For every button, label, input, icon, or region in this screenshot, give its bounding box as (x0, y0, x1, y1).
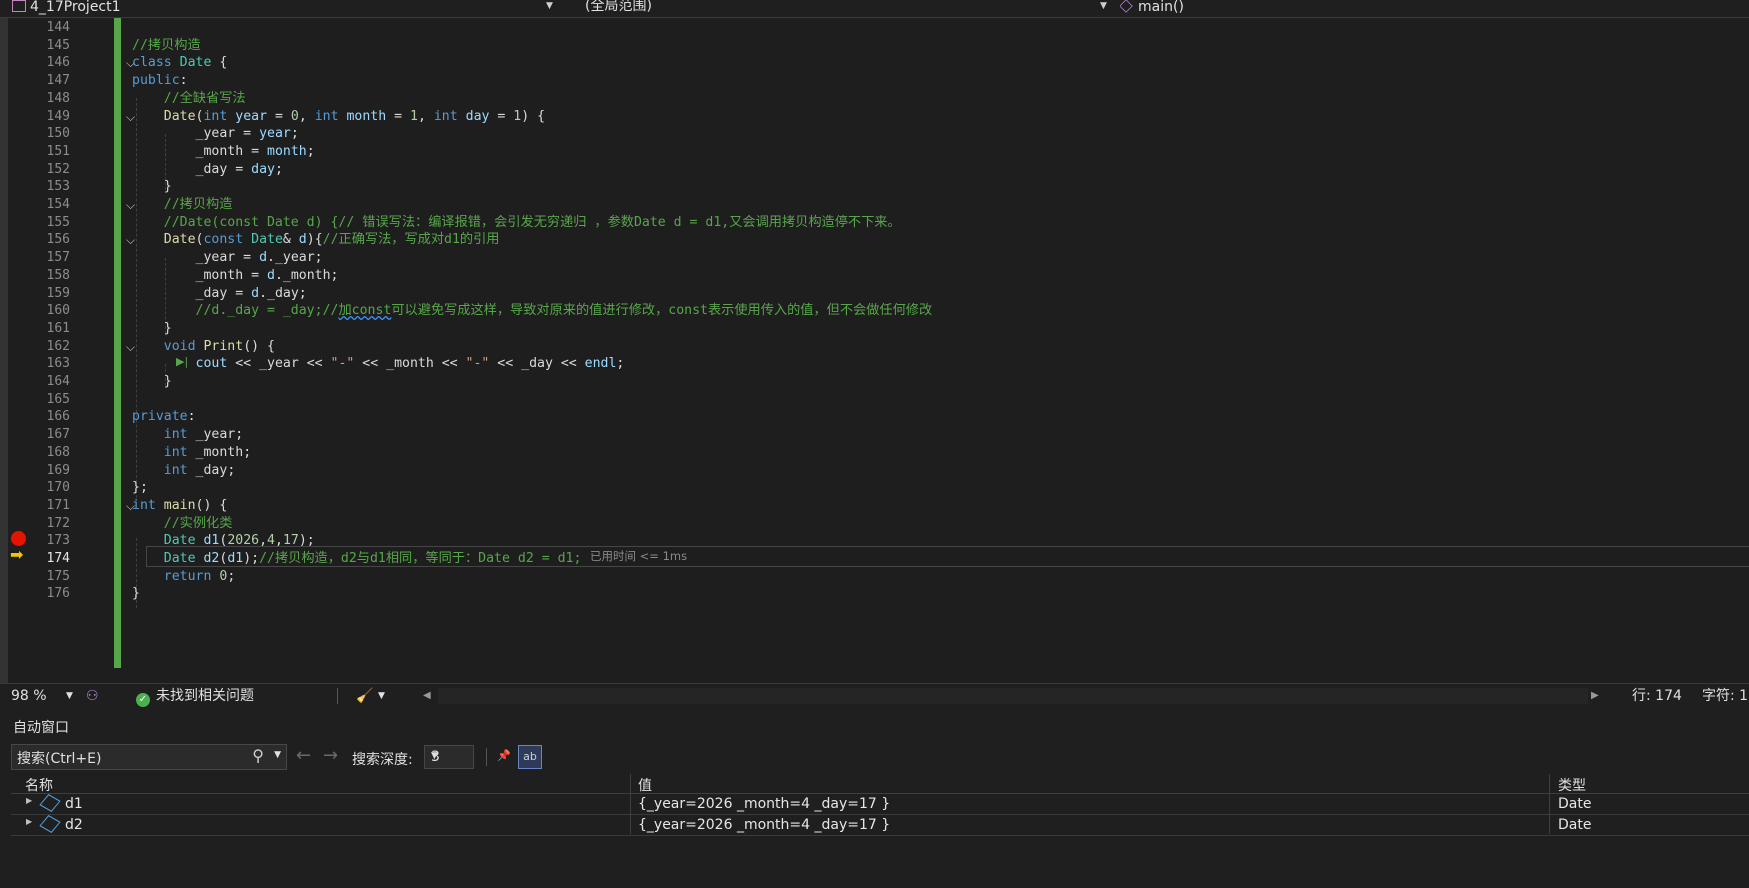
table-row[interactable]: ▶ d1 {_year=2026 _month=4 _day=17 } Date (11, 794, 1749, 815)
chevron-down-icon[interactable]: ▼ (546, 1, 553, 11)
search-depth-dropdown[interactable]: 3 ▼ (424, 745, 474, 769)
horizontal-scrollbar[interactable] (438, 688, 1588, 704)
run-to-click-icon[interactable]: ▶| (176, 352, 188, 372)
navigation-bar: 4_17Project1 ▼ (全局范围) ▼ main() (0, 0, 1749, 18)
column-divider[interactable] (630, 774, 631, 834)
column-header-type[interactable]: 类型 (1558, 775, 1586, 795)
object-icon (39, 815, 61, 833)
chevron-down-icon[interactable]: ▼ (431, 751, 469, 761)
project-dropdown[interactable]: 4_17Project1 (12, 0, 552, 17)
code-text: } (132, 586, 140, 602)
method-icon (1120, 0, 1133, 13)
code-line[interactable]: 176} (8, 584, 1749, 604)
hex-display-icon[interactable]: ab (518, 745, 542, 769)
column-header-name[interactable]: 名称 (25, 775, 53, 795)
autos-window: 自动窗口 搜索(Ctrl+E) ⚲ ▼ ← → 搜索深度: 3 ▼ 📌 ab 名… (0, 708, 1749, 888)
divider (337, 688, 338, 704)
breakpoint-gutter[interactable] (0, 18, 8, 683)
grid-header: 名称 值 类型 (11, 774, 1749, 794)
row-name: d1 (65, 796, 83, 812)
divider (486, 748, 487, 766)
panel-title: 自动窗口 (13, 720, 69, 736)
copilot-icon[interactable]: ⚇ (86, 684, 99, 708)
issues-text: 未找到相关问题 (156, 688, 254, 704)
table-row[interactable]: ▶ d2 {_year=2026 _month=4 _day=17 } Date (11, 815, 1749, 836)
zoom-dropdown[interactable]: 98 % (11, 684, 47, 708)
search-input[interactable]: 搜索(Ctrl+E) ⚲ ▼ (11, 744, 287, 770)
chevron-down-icon[interactable]: ▼ (66, 684, 73, 708)
row-name: d2 (65, 817, 83, 833)
chevron-down-icon[interactable]: ▼ (378, 684, 385, 708)
object-icon (39, 794, 61, 812)
char-position: 字符: 1 (1702, 688, 1749, 704)
row-value[interactable]: {_year=2026 _month=4 _day=17 } (638, 796, 890, 812)
search-forward-icon[interactable]: → (323, 745, 338, 766)
line-position: 行: 174 (1632, 688, 1682, 704)
code-cleanup-icon[interactable]: 🧹 (356, 684, 373, 708)
row-type: Date (1558, 817, 1592, 833)
elapsed-time-hint: 已用时间 <= 1ms (590, 549, 688, 563)
code-editor[interactable]: 144 145//拷贝构造 146 ⌵ class Date {147 public: 14… (8, 18, 1749, 683)
line-number: 176 (46, 586, 70, 602)
search-placeholder: 搜索(Ctrl+E) (17, 751, 102, 767)
scope-dropdown[interactable]: (全局范围) (585, 0, 1095, 17)
execution-pointer-icon: ➡ (10, 545, 24, 564)
expand-arrow-icon[interactable]: ▶ (26, 796, 32, 805)
project-name: 4_17Project1 (30, 0, 121, 15)
column-header-value[interactable]: 值 (638, 775, 652, 795)
scope-label: (全局范围) (585, 0, 652, 14)
check-circle-icon: ✓ (136, 693, 150, 707)
search-back-icon[interactable]: ← (296, 745, 311, 766)
expand-arrow-icon[interactable]: ▶ (26, 817, 32, 826)
breakpoint-icon[interactable] (11, 531, 26, 546)
project-icon (12, 0, 26, 12)
editor-status-bar: 98 % ▼ ⚇ ✓ 未找到相关问题 🧹 ▼ ◀ ▶ 行: 174 字符: 1 (0, 683, 1749, 709)
pin-filter-icon[interactable]: 📌 (492, 745, 516, 769)
row-value[interactable]: {_year=2026 _month=4 _day=17 } (638, 817, 890, 833)
scroll-left-icon[interactable]: ◀ (423, 684, 431, 708)
issues-indicator[interactable]: ✓ 未找到相关问题 (136, 684, 254, 708)
function-name: main() (1138, 0, 1184, 15)
search-depth-label: 搜索深度: (352, 752, 413, 768)
chevron-down-icon[interactable]: ▼ (274, 750, 281, 760)
function-dropdown[interactable]: main() (1120, 0, 1720, 17)
column-divider[interactable] (1549, 774, 1550, 834)
row-type: Date (1558, 796, 1592, 812)
scroll-right-icon[interactable]: ▶ (1591, 684, 1599, 708)
chevron-down-icon[interactable]: ▼ (1100, 1, 1107, 11)
search-icon[interactable]: ⚲ (252, 746, 264, 765)
current-line-highlight (146, 546, 1749, 567)
